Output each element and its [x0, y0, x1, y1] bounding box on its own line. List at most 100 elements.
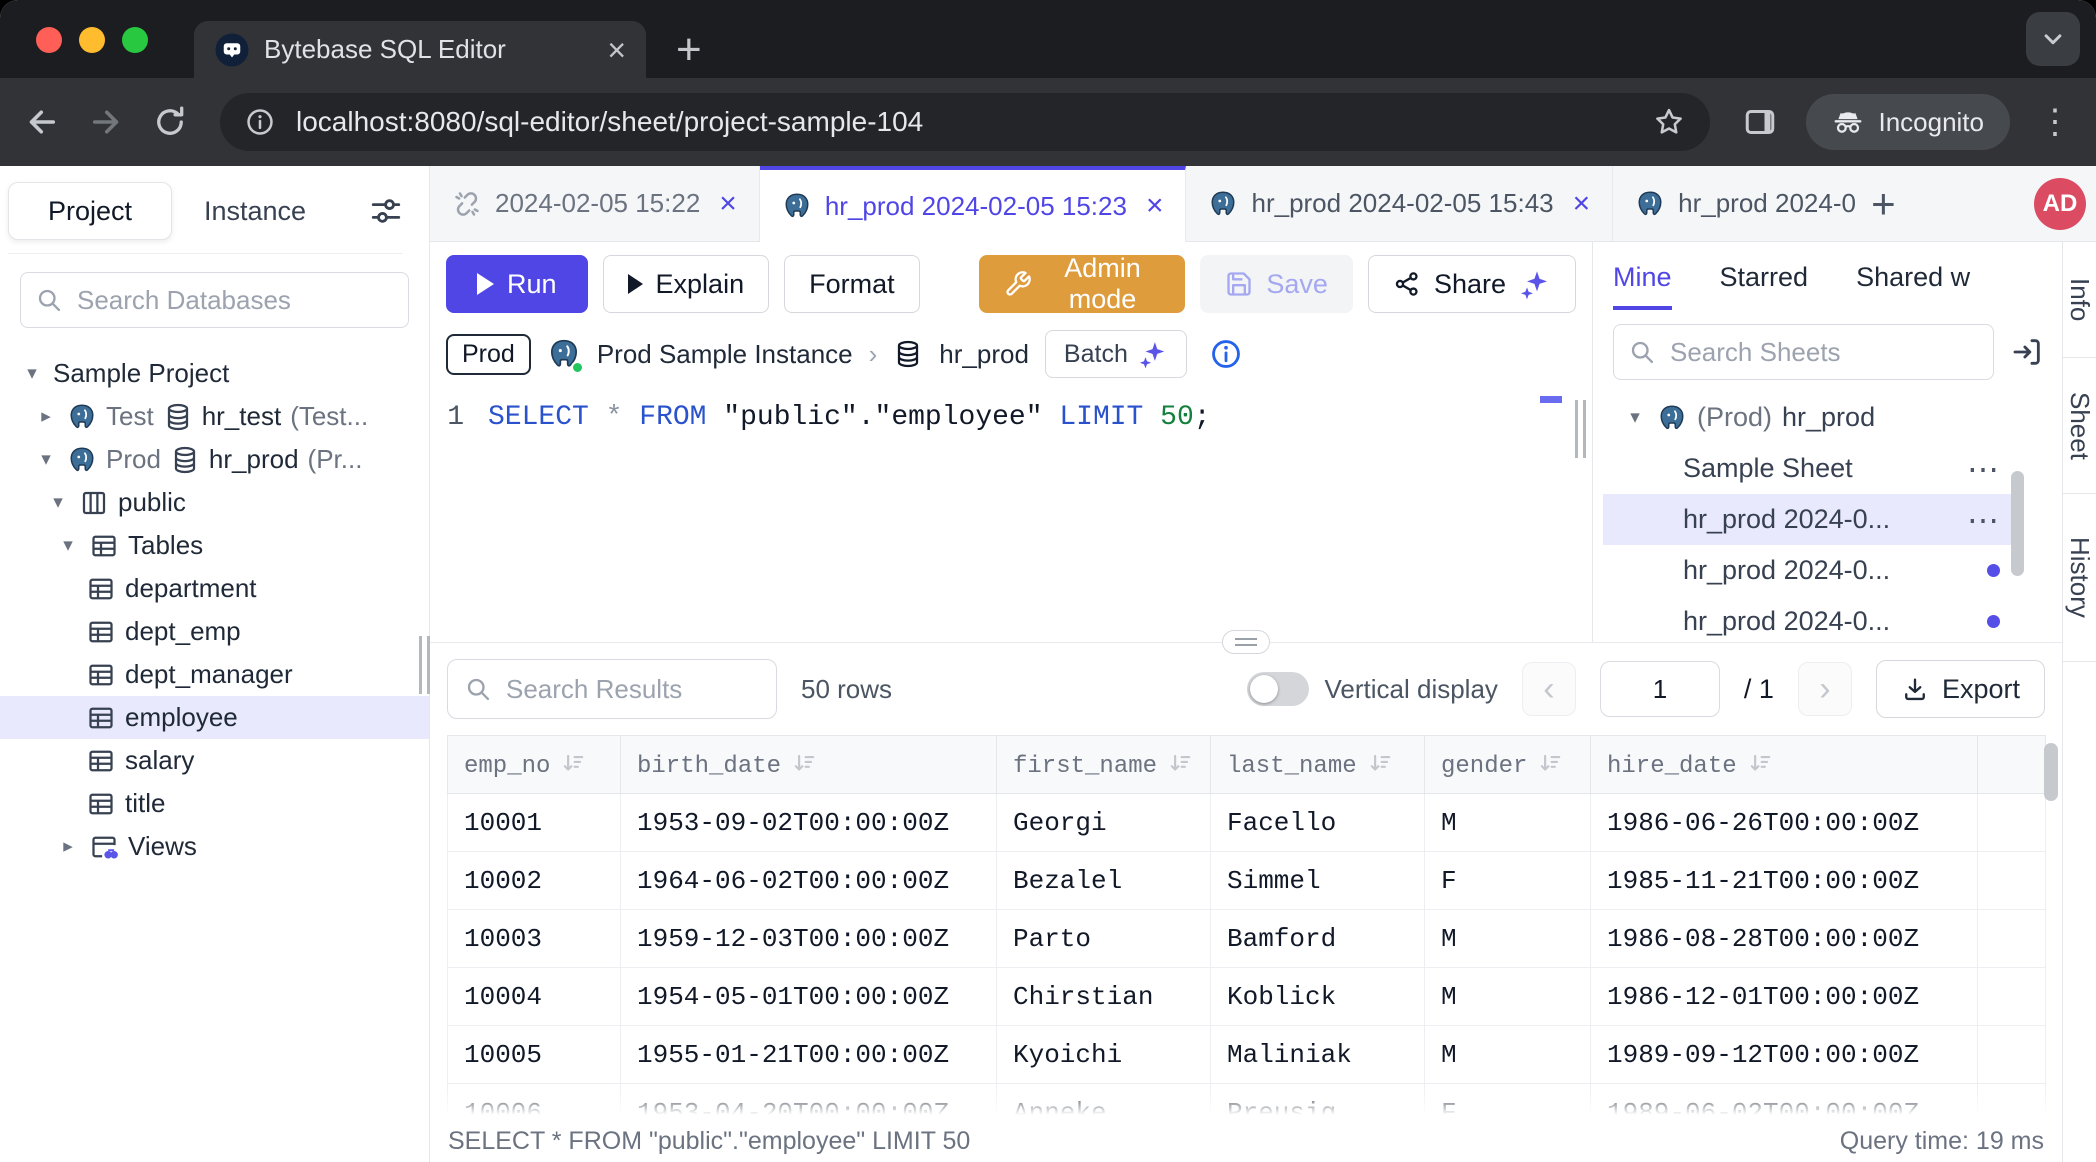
tab-project[interactable]: Project: [8, 182, 172, 240]
table-cell[interactable]: 10001: [448, 794, 621, 852]
close-tab-icon[interactable]: ×: [607, 34, 626, 66]
database-name[interactable]: hr_prod: [939, 339, 1029, 370]
save-button[interactable]: Save: [1200, 255, 1353, 313]
table-cell[interactable]: 1959-12-03T00:00:00Z: [621, 910, 997, 968]
table-cell[interactable]: Bezalel: [997, 852, 1211, 910]
batch-button[interactable]: Batch: [1045, 330, 1187, 378]
sheet-tab-1[interactable]: 2024-02-05 15:22×: [430, 166, 760, 241]
browser-tab[interactable]: Bytebase SQL Editor ×: [194, 21, 646, 78]
table-cell[interactable]: 10004: [448, 968, 621, 1026]
table-cell[interactable]: Georgi: [997, 794, 1211, 852]
table-cell[interactable]: Anneke: [997, 1084, 1211, 1121]
tree-item-public[interactable]: ▾public: [0, 481, 429, 524]
explain-button[interactable]: Explain: [603, 255, 770, 313]
tree-item-salary[interactable]: salary: [0, 739, 429, 782]
column-header-last_name[interactable]: last_name: [1211, 736, 1425, 794]
table-cell[interactable]: F: [1425, 1084, 1591, 1121]
table-cell[interactable]: 1989-09-12T00:00:00Z: [1591, 1026, 1978, 1084]
close-sheet-icon[interactable]: ×: [1146, 189, 1164, 223]
next-page-button[interactable]: ›: [1798, 662, 1852, 716]
minimize-window-button[interactable]: [79, 27, 105, 53]
bookmark-star-icon[interactable]: [1652, 105, 1686, 139]
table-cell[interactable]: 1953-04-20T00:00:00Z: [621, 1084, 997, 1121]
back-button[interactable]: [24, 104, 60, 140]
table-cell[interactable]: 1986-06-26T00:00:00Z: [1591, 794, 1978, 852]
info-icon[interactable]: [1209, 337, 1243, 371]
tree-item-Sample Project[interactable]: ▾Sample Project: [0, 352, 429, 395]
table-cell[interactable]: Bamford: [1211, 910, 1425, 968]
tab-info[interactable]: Info: [2063, 242, 2096, 358]
more-menu-icon[interactable]: ⋯: [1967, 459, 2000, 479]
forward-button[interactable]: [88, 104, 124, 140]
sheet-list-item[interactable]: hr_prod 2024-0...⋯: [1603, 494, 2012, 545]
table-cell[interactable]: M: [1425, 910, 1591, 968]
table-cell[interactable]: 10002: [448, 852, 621, 910]
sheet-tab-4[interactable]: hr_prod 2024-0: [1613, 166, 1865, 241]
tree-item-dept_manager[interactable]: dept_manager: [0, 653, 429, 696]
sql-editor[interactable]: 1 SELECT * FROM "public"."employee" LIMI…: [430, 392, 1592, 642]
column-header-emp_no[interactable]: emp_no: [448, 736, 621, 794]
format-button[interactable]: Format: [784, 255, 920, 313]
results-search-input[interactable]: [504, 673, 760, 706]
run-button[interactable]: Run: [446, 255, 588, 313]
close-sheet-icon[interactable]: ×: [719, 187, 737, 221]
side-panel-icon[interactable]: [1742, 104, 1778, 140]
tree-item-Tables[interactable]: ▾Tables: [0, 524, 429, 567]
panel-resize-handle[interactable]: [1575, 400, 1586, 458]
sheet-tab-3[interactable]: hr_prod 2024-02-05 15:43×: [1186, 166, 1613, 241]
more-menu-icon[interactable]: ⋯: [1967, 510, 2000, 530]
address-bar[interactable]: localhost:8080/sql-editor/sheet/project-…: [220, 93, 1710, 151]
table-cell[interactable]: 1954-05-01T00:00:00Z: [621, 968, 997, 1026]
zoom-window-button[interactable]: [122, 27, 148, 53]
close-window-button[interactable]: [36, 27, 62, 53]
tree-item-dept_emp[interactable]: dept_emp: [0, 610, 429, 653]
reload-button[interactable]: [152, 104, 188, 140]
sheet-list-item[interactable]: hr_prod 2024-0...: [1603, 596, 2012, 642]
table-row[interactable]: 100051955-01-21T00:00:00ZKyoichiMaliniak…: [448, 1026, 2046, 1084]
tab-mine[interactable]: Mine: [1613, 262, 1672, 310]
table-cell[interactable]: 1986-12-01T00:00:00Z: [1591, 968, 1978, 1026]
table-cell[interactable]: Kyoichi: [997, 1026, 1211, 1084]
sidebar-resize-handle[interactable]: [419, 636, 430, 694]
sheet-search[interactable]: [1613, 324, 1994, 380]
collapse-panel-icon[interactable]: [2010, 335, 2044, 369]
table-row[interactable]: 100011953-09-02T00:00:00ZGeorgiFacelloM1…: [448, 794, 2046, 852]
tree-item-Test[interactable]: ▸Testhr_test(Test...: [0, 395, 429, 438]
page-input[interactable]: [1600, 661, 1720, 717]
table-row[interactable]: 100031959-12-03T00:00:00ZPartoBamfordM19…: [448, 910, 2046, 968]
tab-starred[interactable]: Starred: [1720, 262, 1809, 310]
browser-menu-button[interactable]: ⋮: [2038, 105, 2072, 139]
table-cell[interactable]: 1953-09-02T00:00:00Z: [621, 794, 997, 852]
site-info-icon[interactable]: [244, 106, 276, 138]
table-cell[interactable]: M: [1425, 794, 1591, 852]
filter-sliders-icon[interactable]: [369, 194, 403, 228]
table-cell[interactable]: Facello: [1211, 794, 1425, 852]
table-cell[interactable]: F: [1425, 852, 1591, 910]
table-cell[interactable]: M: [1425, 968, 1591, 1026]
instance-name[interactable]: Prod Sample Instance: [597, 339, 853, 370]
share-button[interactable]: Share: [1368, 255, 1576, 313]
avatar[interactable]: AD: [2034, 178, 2086, 230]
table-cell[interactable]: 1989-06-02T00:00:00Z: [1591, 1084, 1978, 1121]
tree-item-Views[interactable]: ▸Views: [0, 825, 429, 868]
vertical-display-toggle[interactable]: [1247, 672, 1309, 706]
table-cell[interactable]: 1964-06-02T00:00:00Z: [621, 852, 997, 910]
sheet-list-scrollbar[interactable]: [2011, 471, 2024, 576]
tab-search-button[interactable]: [2026, 12, 2080, 66]
table-row[interactable]: 100041954-05-01T00:00:00ZChirstianKoblic…: [448, 968, 2046, 1026]
sheet-list-item[interactable]: hr_prod 2024-0...: [1603, 545, 2012, 596]
table-scrollbar[interactable]: [2044, 743, 2058, 801]
table-cell[interactable]: 10006: [448, 1084, 621, 1121]
column-header-first_name[interactable]: first_name: [997, 736, 1211, 794]
column-header-hire_date[interactable]: hire_date: [1591, 736, 1978, 794]
tree-item-department[interactable]: department: [0, 567, 429, 610]
tab-history[interactable]: History: [2063, 494, 2096, 662]
table-cell[interactable]: 1985-11-21T00:00:00Z: [1591, 852, 1978, 910]
export-button[interactable]: Export: [1876, 660, 2045, 718]
tree-item-title[interactable]: title: [0, 782, 429, 825]
column-header-birth_date[interactable]: birth_date: [621, 736, 997, 794]
table-row[interactable]: 100021964-06-02T00:00:00ZBezalelSimmelF1…: [448, 852, 2046, 910]
table-cell[interactable]: Simmel: [1211, 852, 1425, 910]
sheet-list-item[interactable]: ▾(Prod)hr_prod: [1603, 392, 2012, 443]
new-sheet-button[interactable]: +: [1871, 180, 1896, 228]
